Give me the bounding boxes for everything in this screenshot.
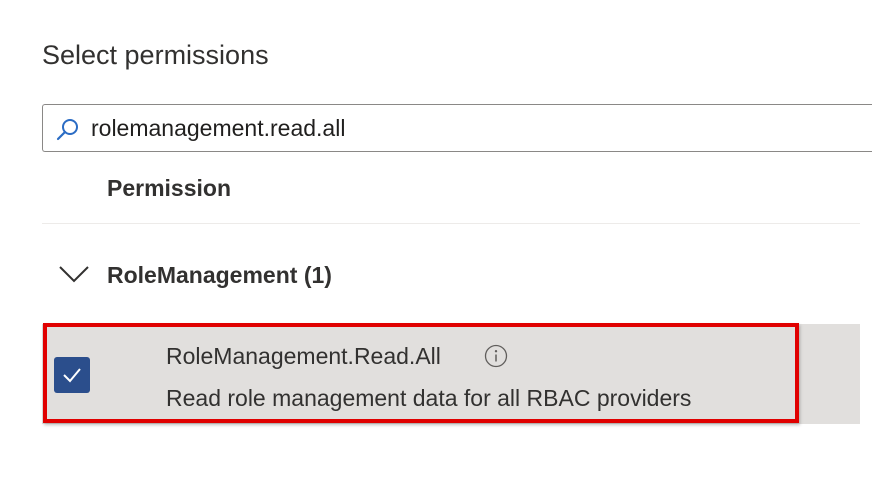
- group-label: RoleManagement (1): [107, 262, 332, 288]
- chevron-down-icon[interactable]: [58, 264, 90, 284]
- permission-checkbox[interactable]: [54, 357, 90, 393]
- info-icon[interactable]: [484, 344, 508, 368]
- header-divider: [42, 223, 860, 224]
- search-input[interactable]: [91, 111, 851, 145]
- checkmark-icon: [63, 368, 81, 383]
- search-icon: [55, 117, 81, 143]
- permission-name: RoleManagement.Read.All: [166, 343, 441, 369]
- permission-description: Read role management data for all RBAC p…: [166, 385, 692, 411]
- group-row-rolemanagement[interactable]: RoleManagement (1): [42, 248, 860, 308]
- column-header-permission[interactable]: Permission: [107, 175, 231, 202]
- permissions-panel: Select permissions Permission RoleManage…: [0, 0, 884, 492]
- page-title: Select permissions: [42, 40, 269, 70]
- search-box[interactable]: [42, 104, 872, 152]
- permission-row[interactable]: RoleManagement.Read.All Read role manage…: [42, 324, 860, 424]
